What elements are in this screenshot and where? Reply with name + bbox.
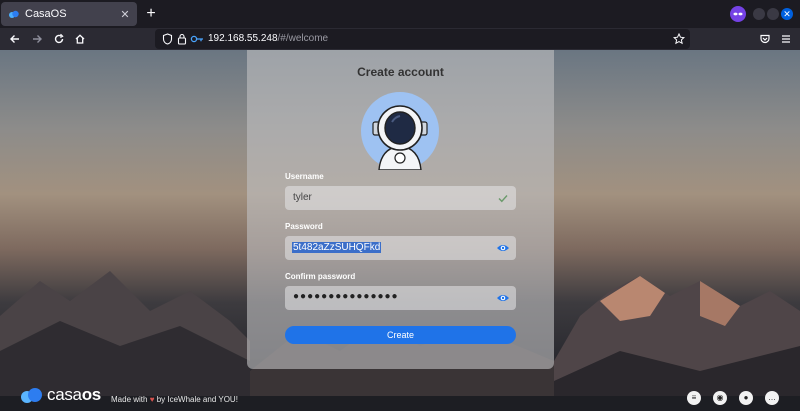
private-mask-icon[interactable]	[730, 6, 746, 22]
create-button[interactable]: Create	[285, 326, 516, 344]
made-by-label: by IceWhale and YOU!	[156, 395, 238, 404]
new-tab-button[interactable]: +	[141, 4, 161, 24]
back-arrow-icon[interactable]	[7, 31, 23, 47]
check-icon	[498, 195, 508, 203]
home-icon[interactable]	[72, 31, 88, 47]
maximize-button[interactable]	[767, 8, 779, 20]
made-with-label: Made with	[111, 395, 148, 404]
forum-icon[interactable]: ≡	[687, 391, 701, 405]
username-label: Username	[285, 172, 324, 181]
logo-text: casaos	[47, 385, 101, 405]
navigation-toolbar: 192.168.55.248/#/welcome	[0, 28, 800, 50]
discord-icon[interactable]: ◉	[713, 391, 727, 405]
tab-strip: CasaOS ✕ + ✕	[0, 0, 800, 28]
username-value: tyler	[293, 192, 312, 203]
address-bar[interactable]: 192.168.55.248/#/welcome	[155, 29, 690, 49]
casaos-logo: casaos	[20, 384, 101, 406]
shield-icon[interactable]	[160, 32, 174, 46]
eye-icon[interactable]	[496, 241, 510, 255]
password-field[interactable]: 5t482aZzSUHQFkd	[285, 236, 516, 260]
lock-icon[interactable]	[175, 32, 189, 46]
minimize-button[interactable]	[753, 8, 765, 20]
github-icon[interactable]: ●	[739, 391, 753, 405]
eye-icon[interactable]	[496, 291, 510, 305]
pocket-icon[interactable]	[757, 31, 773, 47]
casaos-favicon-icon	[9, 10, 19, 18]
username-field[interactable]: tyler	[285, 186, 516, 210]
tab-close-icon[interactable]: ✕	[117, 8, 133, 21]
astronaut-avatar-icon	[361, 92, 439, 170]
confirm-password-field[interactable]: ●●●●●●●●●●●●●●●	[285, 286, 516, 310]
casaos-welcome-page: Create account Username tyler Password 5…	[0, 50, 800, 411]
heart-icon: ♥	[149, 395, 155, 404]
url-host: 192.168.55.248	[208, 33, 278, 44]
browser-window: CasaOS ✕ + ✕ 192.168.55.248/#/welcome Cr…	[0, 0, 800, 411]
casaos-cloud-icon	[21, 388, 42, 403]
password-label: Password	[285, 222, 323, 231]
create-account-card: Create account Username tyler Password 5…	[247, 50, 554, 369]
made-with-text: Made with ♥ by IceWhale and YOU!	[111, 395, 238, 404]
url-text[interactable]: 192.168.55.248/#/welcome	[208, 33, 328, 44]
key-icon[interactable]	[190, 32, 204, 46]
logo-casa: casa	[47, 385, 82, 404]
chat-icon[interactable]: …	[765, 391, 779, 405]
menu-hamburger-icon[interactable]	[778, 31, 794, 47]
bookmark-star-icon[interactable]	[672, 32, 686, 46]
confirm-password-value: ●●●●●●●●●●●●●●●	[293, 291, 399, 302]
url-path: /#/welcome	[277, 33, 329, 44]
tab-title: CasaOS	[25, 8, 67, 20]
forward-arrow-icon[interactable]	[29, 31, 45, 47]
confirm-password-label: Confirm password	[285, 272, 356, 281]
reload-icon[interactable]	[51, 31, 67, 47]
password-value: 5t482aZzSUHQFkd	[292, 242, 382, 253]
logo-os: os	[81, 385, 102, 404]
tab-casaos[interactable]: CasaOS ✕	[1, 2, 137, 26]
close-window-button[interactable]: ✕	[781, 8, 793, 20]
card-title: Create account	[357, 65, 444, 79]
